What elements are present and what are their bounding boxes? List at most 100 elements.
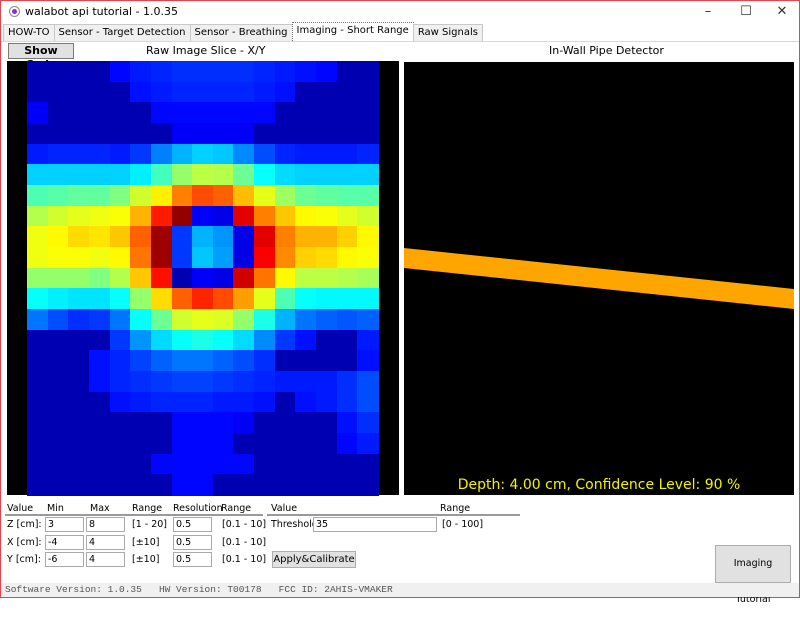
heatmap-cell bbox=[27, 433, 49, 455]
y-res-range: [0.1 - 10] bbox=[222, 554, 267, 565]
heatmap-cell bbox=[150, 433, 173, 455]
heatmap-cell bbox=[171, 288, 193, 310]
heatmap-cell bbox=[295, 288, 317, 310]
tab-breathing[interactable]: Sensor - Breathing bbox=[189, 24, 293, 42]
heatmap-cell bbox=[212, 288, 235, 310]
heatmap-cell bbox=[357, 474, 379, 496]
heatmap-cell bbox=[88, 102, 111, 124]
x-resolution-input[interactable]: 0.5 bbox=[173, 535, 212, 550]
heatmap-cell bbox=[357, 309, 379, 331]
apply-calibrate-button[interactable]: Apply&Calibrate bbox=[272, 551, 356, 568]
heatmap-cell bbox=[336, 412, 358, 434]
heatmap-cell bbox=[192, 61, 214, 83]
heatmap-cell bbox=[336, 350, 358, 372]
tab-content-border bbox=[1, 41, 799, 42]
heatmap-cell bbox=[130, 288, 152, 310]
threshold-input[interactable]: 35 bbox=[313, 517, 437, 532]
heatmap-cell bbox=[109, 61, 131, 83]
x-label: X [cm]: bbox=[7, 537, 42, 548]
heatmap-cell bbox=[130, 412, 152, 434]
heatmap-cell bbox=[171, 247, 193, 269]
tab-raw-signals[interactable]: Raw Signals bbox=[412, 24, 483, 42]
heatmap-cell bbox=[171, 433, 193, 455]
heatmap-cell bbox=[47, 391, 69, 413]
tab-how-to[interactable]: HOW-TO bbox=[3, 24, 55, 42]
heatmap-cell bbox=[150, 329, 173, 351]
z-resolution-input[interactable]: 0.5 bbox=[173, 517, 212, 532]
heatmap-cell bbox=[192, 143, 214, 165]
heatmap-cell bbox=[316, 350, 338, 372]
tab-target-detection[interactable]: Sensor - Target Detection bbox=[53, 24, 191, 42]
heatmap-cell bbox=[274, 123, 296, 145]
heatmap-cell bbox=[357, 391, 379, 413]
close-button[interactable]: ✕ bbox=[759, 1, 800, 23]
heatmap-cell bbox=[254, 267, 276, 289]
heatmap-cell bbox=[254, 164, 276, 186]
heatmap-cell bbox=[171, 143, 193, 165]
heatmap-cell bbox=[192, 391, 214, 413]
heatmap-cell bbox=[212, 267, 235, 289]
heatmap-cell bbox=[274, 247, 296, 269]
heatmap-cell bbox=[27, 267, 49, 289]
heatmap-grid bbox=[27, 61, 379, 496]
heatmap-cell bbox=[316, 185, 338, 207]
heatmap-cell bbox=[233, 412, 255, 434]
heatmap-cell bbox=[295, 226, 317, 248]
y-resolution-input[interactable]: 0.5 bbox=[173, 552, 212, 567]
heatmap-cell bbox=[47, 433, 69, 455]
tab-imaging-short-range[interactable]: Imaging - Short Range bbox=[291, 22, 414, 41]
heatmap-cell bbox=[150, 226, 173, 248]
heatmap-cell bbox=[88, 371, 111, 393]
heatmap-cell bbox=[212, 205, 235, 227]
imaging-tutorial-button[interactable]: Imaging Tutorial bbox=[715, 545, 791, 605]
heatmap-cell bbox=[171, 412, 193, 434]
heatmap-cell bbox=[233, 123, 255, 145]
x-min-input[interactable]: -4 bbox=[45, 535, 84, 550]
x-res-range: [0.1 - 10] bbox=[222, 537, 267, 548]
heatmap-cell bbox=[254, 288, 276, 310]
x-max-input[interactable]: 4 bbox=[86, 535, 125, 550]
heatmap-cell bbox=[212, 102, 235, 124]
heatmap-cell bbox=[212, 371, 235, 393]
heatmap-cell bbox=[336, 123, 358, 145]
heatmap-cell bbox=[68, 371, 90, 393]
heatmap-cell bbox=[316, 412, 338, 434]
heatmap-cell bbox=[27, 123, 49, 145]
show-code-button[interactable]: Show Code bbox=[8, 43, 74, 71]
heatmap-cell bbox=[109, 267, 131, 289]
heatmap-cell bbox=[171, 185, 193, 207]
heatmap-cell bbox=[88, 412, 111, 434]
heatmap-cell bbox=[316, 61, 338, 83]
heatmap-cell bbox=[171, 81, 193, 103]
heatmap-cell bbox=[68, 288, 90, 310]
z-max-input[interactable]: 8 bbox=[86, 517, 125, 532]
heatmap-cell bbox=[212, 474, 235, 496]
heatmap-cell bbox=[295, 391, 317, 413]
heatmap-cell bbox=[274, 453, 296, 475]
y-min-input[interactable]: -6 bbox=[45, 552, 84, 567]
heatmap-cell bbox=[130, 226, 152, 248]
y-max-input[interactable]: 4 bbox=[86, 552, 125, 567]
heatmap-cell bbox=[254, 123, 276, 145]
heatmap-cell bbox=[150, 309, 173, 331]
heatmap-cell bbox=[68, 267, 90, 289]
heatmap-cell bbox=[357, 371, 379, 393]
heatmap-cell bbox=[171, 309, 193, 331]
heatmap-cell bbox=[88, 433, 111, 455]
heatmap-cell bbox=[68, 102, 90, 124]
heatmap-cell bbox=[130, 474, 152, 496]
title-bar: walabot api tutorial - 1.0.35 – ☐ ✕ bbox=[1, 1, 799, 23]
heatmap-cell bbox=[212, 226, 235, 248]
z-min-input[interactable]: 3 bbox=[45, 517, 84, 532]
heatmap-cell bbox=[130, 329, 152, 351]
heatmap-cell bbox=[336, 371, 358, 393]
heatmap-cell bbox=[336, 267, 358, 289]
heatmap-cell bbox=[47, 143, 69, 165]
heatmap-cell bbox=[212, 453, 235, 475]
heatmap-cell bbox=[150, 143, 173, 165]
heatmap-cell bbox=[316, 143, 338, 165]
heatmap-cell bbox=[47, 164, 69, 186]
heatmap-cell bbox=[192, 350, 214, 372]
heatmap-cell bbox=[171, 371, 193, 393]
heatmap-cell bbox=[109, 205, 131, 227]
